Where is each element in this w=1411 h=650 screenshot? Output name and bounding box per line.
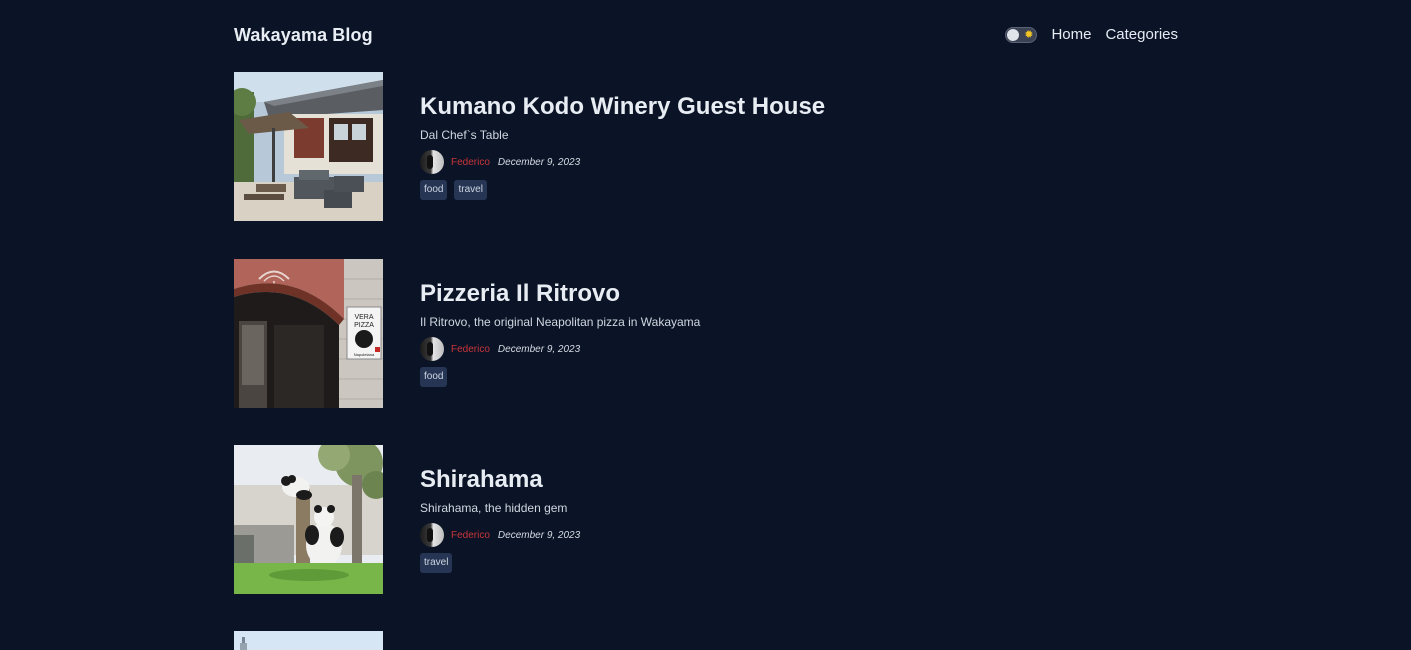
post-title[interactable]: Kumano Kodo Winery Guest House: [420, 92, 825, 122]
post-author[interactable]: Federico: [451, 344, 490, 355]
post-author[interactable]: Federico: [451, 157, 490, 168]
sun-icon: ✹: [1024, 28, 1034, 41]
sign-text-vera: VERA: [354, 314, 373, 321]
site-brand[interactable]: Wakayama Blog: [234, 25, 373, 46]
nav-home-link[interactable]: Home: [1051, 26, 1091, 43]
post-item[interactable]: [234, 631, 1178, 650]
post-thumbnail[interactable]: [234, 72, 383, 221]
author-avatar: [420, 523, 444, 547]
post-info: Shirahama Shirahama, the hidden gem Fede…: [420, 465, 580, 573]
post-title[interactable]: Pizzeria Il Ritrovo: [420, 279, 700, 309]
post-item[interactable]: Kumano Kodo Winery Guest House Dal Chef`…: [234, 72, 1178, 221]
main-nav: ✹ Home Categories: [1005, 26, 1178, 43]
post-date: December 9, 2023: [497, 156, 581, 168]
author-avatar: [420, 150, 444, 174]
post-meta: Federico December 9, 2023: [420, 523, 580, 547]
post-date: December 9, 2023: [497, 343, 581, 355]
theme-toggle[interactable]: ✹: [1005, 26, 1038, 43]
toggle-knob: [1007, 28, 1020, 41]
nav-categories-link[interactable]: Categories: [1105, 26, 1178, 43]
post-info: Kumano Kodo Winery Guest House Dal Chef`…: [420, 92, 825, 200]
post-subtitle: Shirahama, the hidden gem: [420, 501, 568, 515]
post-subtitle: Dal Chef`s Table: [420, 128, 509, 142]
tag-travel[interactable]: travel: [420, 553, 453, 573]
post-thumbnail[interactable]: VERA PIZZA Napoletana: [234, 259, 383, 408]
post-thumbnail[interactable]: [234, 445, 383, 594]
post-date: December 9, 2023: [497, 529, 581, 541]
author-avatar: [420, 337, 444, 361]
sign-text-pizza: PIZZA: [354, 322, 374, 329]
post-item[interactable]: VERA PIZZA Napoletana Pizzeria Il Ritrov…: [234, 259, 1178, 408]
post-tags: travel: [420, 553, 580, 573]
post-info: Pizzeria Il Ritrovo Il Ritrovo, the orig…: [420, 279, 700, 387]
site-header: Wakayama Blog ✹ Home Categories: [234, 0, 1178, 70]
post-meta: Federico December 9, 2023: [420, 150, 825, 174]
tag-travel[interactable]: travel: [454, 180, 487, 200]
post-title[interactable]: Shirahama: [420, 465, 580, 495]
post-subtitle: Il Ritrovo, the original Neapolitan pizz…: [420, 315, 701, 329]
post-item[interactable]: Shirahama Shirahama, the hidden gem Fede…: [234, 445, 1178, 594]
post-meta: Federico December 9, 2023: [420, 337, 700, 361]
tag-food[interactable]: food: [420, 180, 448, 200]
tag-food[interactable]: food: [420, 367, 448, 387]
post-thumbnail[interactable]: [234, 631, 383, 650]
post-tags: food: [420, 367, 700, 387]
post-tags: food travel: [420, 180, 825, 200]
post-author[interactable]: Federico: [451, 530, 490, 541]
sign-text-napoletana: Napoletana: [354, 352, 375, 357]
